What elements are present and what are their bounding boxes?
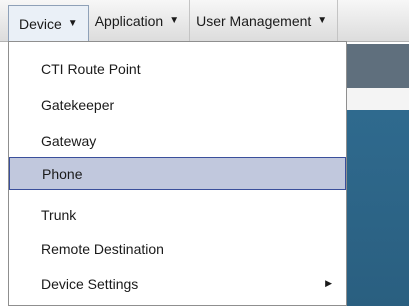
menu-item-gatekeeper[interactable]: Gatekeeper — [9, 88, 346, 121]
app-header-band — [347, 44, 409, 88]
chevron-down-icon: ▼ — [67, 18, 78, 29]
menu-item-label: Gatekeeper — [41, 96, 115, 113]
chevron-down-icon: ▼ — [317, 15, 328, 26]
menu-device[interactable]: Device ▼ — [8, 5, 89, 41]
menu-item-remote-destination[interactable]: Remote Destination — [9, 232, 346, 265]
menu-item-label: CTI Route Point — [41, 60, 141, 77]
menu-item-gateway[interactable]: Gateway — [9, 124, 346, 157]
device-dropdown-menu: CTI Route Point Gatekeeper Gateway Phone… — [8, 41, 347, 306]
app-content-panel — [347, 110, 409, 306]
menu-item-device-settings[interactable]: Device Settings ▶ — [9, 267, 346, 300]
menu-application-label: Application — [94, 12, 164, 29]
menu-item-cti-route-point[interactable]: CTI Route Point — [9, 52, 346, 85]
chevron-right-icon: ▶ — [325, 278, 332, 288]
app-subheader-band — [347, 88, 409, 110]
menubar: Device ▼ Application ▼ User Management ▼ — [0, 0, 409, 42]
chevron-down-icon: ▼ — [169, 15, 180, 26]
menu-item-label: Remote Destination — [41, 240, 164, 257]
menu-item-label: Phone — [42, 165, 83, 182]
menu-user-management[interactable]: User Management ▼ — [190, 0, 339, 41]
menu-item-label: Device Settings — [41, 275, 139, 292]
menu-device-label: Device — [19, 15, 62, 32]
menu-item-phone[interactable]: Phone — [9, 157, 346, 190]
menu-application[interactable]: Application ▼ — [89, 0, 191, 41]
menu-item-label: Gateway — [41, 132, 97, 149]
menu-user-management-label: User Management — [196, 12, 312, 29]
menu-item-trunk[interactable]: Trunk — [9, 198, 346, 231]
menu-item-label: Trunk — [41, 206, 77, 223]
